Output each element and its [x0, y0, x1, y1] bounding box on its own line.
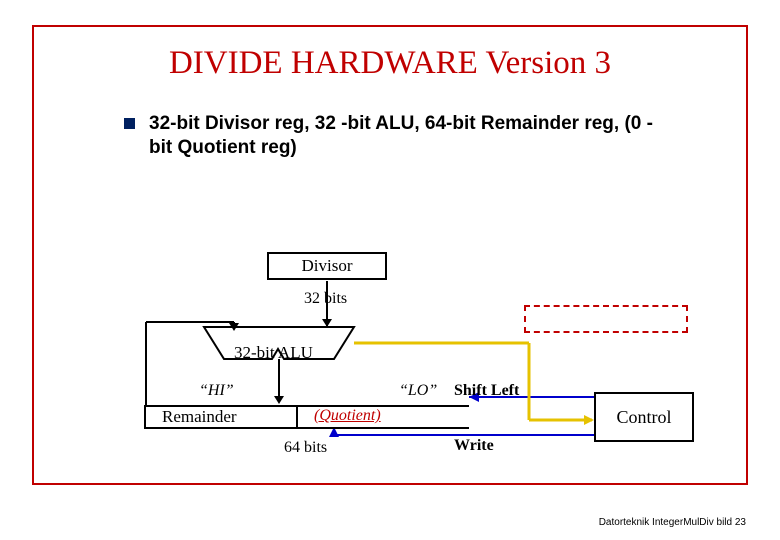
slide-frame: DIVIDE HARDWARE Version 3 32-bit Divisor…	[32, 25, 748, 485]
control-box: Control	[594, 392, 694, 442]
control-label: Control	[616, 407, 671, 428]
divisor-box: Divisor	[267, 252, 387, 280]
dashed-placeholder-box	[524, 305, 688, 333]
hi-label: “HI”	[199, 382, 234, 400]
bits64-label: 64 bits	[284, 439, 327, 457]
remainder-box: Remainder	[144, 405, 469, 429]
remainder-divider	[296, 405, 298, 429]
quotient-label: (Quotient)	[314, 407, 381, 425]
bits32-label: 32 bits	[304, 290, 347, 308]
bullet-text: 32-bit Divisor reg, 32 -bit ALU, 64-bit …	[149, 112, 666, 160]
bullet-marker-icon	[124, 118, 135, 129]
alu-label: 32-bit ALU	[234, 343, 313, 363]
slide-footer: Datorteknik IntegerMulDiv bild 23	[599, 517, 746, 528]
slide-title: DIVIDE HARDWARE Version 3	[34, 45, 746, 82]
remainder-label: Remainder	[162, 407, 237, 427]
bullet-item: 32-bit Divisor reg, 32 -bit ALU, 64-bit …	[124, 112, 666, 160]
divisor-label: Divisor	[302, 256, 353, 276]
lo-label: “LO”	[399, 382, 437, 400]
write-label: Write	[454, 437, 494, 455]
shift-left-label: Shift Left	[454, 382, 519, 400]
